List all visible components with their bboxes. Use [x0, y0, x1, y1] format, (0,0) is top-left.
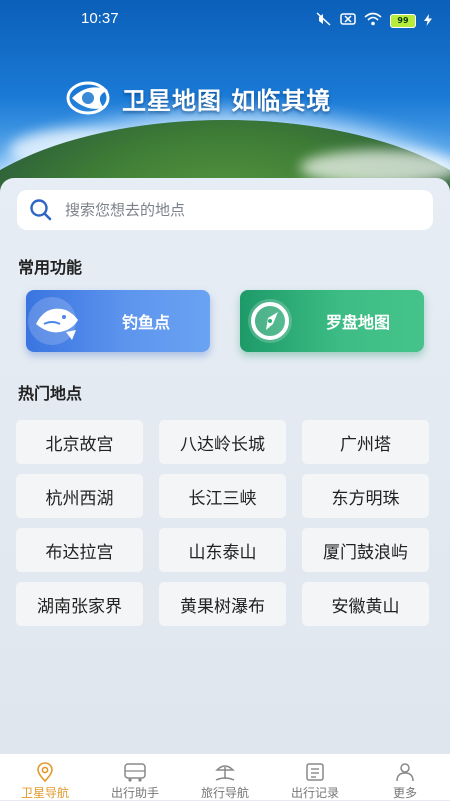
sim-off-icon: [340, 11, 356, 30]
main-panel: 常用功能 钓鱼点 罗盘地图 热门地点 北京故宫 八达岭长城: [0, 178, 450, 758]
place-chip[interactable]: 长江三峡: [159, 474, 286, 518]
tab-label: 更多: [392, 786, 417, 800]
place-chip[interactable]: 湖南张家界: [16, 582, 143, 626]
place-chip[interactable]: 八达岭长城: [159, 420, 286, 464]
common-functions-title: 常用功能: [18, 258, 83, 277]
tab-satellite-nav[interactable]: 卫星导航: [0, 754, 90, 801]
place-chip[interactable]: 安徽黄山: [302, 582, 429, 626]
search-input[interactable]: [63, 200, 397, 220]
tab-more[interactable]: 更多: [360, 754, 450, 801]
tab-travel-assistant[interactable]: 出行助手: [90, 754, 180, 801]
tab-label: 旅行导航: [200, 786, 249, 800]
map-pin-icon: [37, 762, 53, 783]
status-icons: 99: [316, 11, 432, 30]
tab-label: 卫星导航: [20, 786, 69, 800]
app-logo-icon: [66, 81, 110, 115]
compass-map-button[interactable]: 罗盘地图: [240, 290, 424, 352]
mute-icon: [316, 11, 332, 30]
tab-label: 出行助手: [110, 786, 159, 800]
place-chip[interactable]: 广州塔: [302, 420, 429, 464]
search-icon: [30, 199, 52, 221]
charging-icon: [424, 11, 432, 30]
place-chip[interactable]: 北京故宫: [16, 420, 143, 464]
brand-header: 卫星地图 如临其境: [64, 78, 331, 118]
place-chip[interactable]: 黄果树瀑布: [159, 582, 286, 626]
status-bar: 10:37 99: [0, 0, 450, 36]
bus-icon: [124, 763, 146, 782]
search-bar[interactable]: [17, 190, 433, 230]
fishing-spot-label: 钓鱼点: [122, 313, 171, 332]
battery-icon: 99: [390, 13, 416, 28]
compass-icon: [240, 290, 302, 352]
status-time: 10:37: [81, 10, 119, 27]
place-chip[interactable]: 杭州西湖: [16, 474, 143, 518]
user-icon: [396, 763, 414, 782]
bottom-tab-bar: 卫星导航 出行助手 旅行导航 出行记录 更多: [0, 754, 450, 800]
record-icon: [306, 763, 324, 781]
fishing-spot-button[interactable]: 钓鱼点: [26, 290, 210, 352]
place-chip[interactable]: 山东泰山: [159, 528, 286, 572]
place-chip[interactable]: 东方明珠: [302, 474, 429, 518]
brand-title: 卫星地图 如临其境: [122, 86, 332, 115]
beach-icon: [215, 765, 235, 781]
hot-places-grid: 北京故宫 八达岭长城 广州塔 杭州西湖 长江三峡 东方明珠 布达拉宫 山东泰山 …: [16, 420, 430, 626]
tab-travel-nav[interactable]: 旅行导航: [180, 754, 270, 801]
tab-label: 出行记录: [290, 786, 339, 800]
place-chip[interactable]: 厦门鼓浪屿: [302, 528, 429, 572]
wifi-icon: [364, 11, 382, 30]
compass-map-label: 罗盘地图: [326, 313, 391, 332]
fish-icon: [26, 290, 88, 352]
tab-travel-records[interactable]: 出行记录: [270, 754, 360, 801]
hot-places-title: 热门地点: [18, 384, 83, 403]
place-chip[interactable]: 布达拉宫: [16, 528, 143, 572]
